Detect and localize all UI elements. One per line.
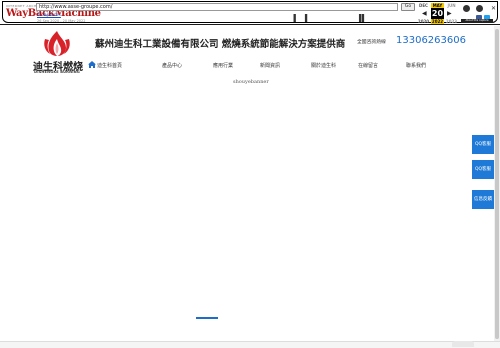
wayback-help-icon[interactable] [476,5,483,12]
hotline-label: 全國咨詢熱線 [357,40,386,45]
banner-image-alt-text: shouyebanner [233,79,269,85]
sparkline-bar[interactable] [358,14,362,22]
wayback-next-month: JUN [447,3,456,8]
wayback-prev-year: 2020 [417,19,430,24]
wayback-about-capture-button[interactable]: About this capture [461,19,493,23]
qq-service-button-1[interactable]: QQ客服 [472,135,494,154]
nav-item-products[interactable]: 產品中心 [162,62,182,69]
wayback-next-arrow-icon[interactable]: ▶ [447,10,452,17]
feedback-button[interactable]: 信息反饋 [472,190,494,209]
banner-slider-indicator[interactable] [196,317,218,319]
nav-item-message[interactable]: 在線留言 [358,62,378,69]
wayback-current-month: MAY [431,3,444,8]
site-logo[interactable]: 迪生科燃烧 DISHENGKE BURNING [33,29,83,75]
logo-english-text: DISHENGKE BURNING [34,70,80,74]
nav-item-home-label: 迪生科首頁 [97,63,123,69]
sparkline-bar[interactable] [293,14,296,22]
wayback-toolbar: INTERNET ARCHIVE WayBackMachine http://w… [0,0,500,25]
nav-item-about[interactable]: 關於迪生科 [311,62,336,69]
wayback-user-icon[interactable] [463,5,470,12]
nav-item-industries[interactable]: 應用行業 [213,62,233,69]
sparkline-bar[interactable] [361,14,365,22]
company-title: 蘇州迪生科工業設備有限公司 燃燒系統節能解決方案提供商 [95,39,346,50]
bottom-bar [0,341,500,348]
hotline-number[interactable]: 13306263606 [396,35,466,46]
main-nav: 迪生科首頁 產品中心 應用行業 新聞資訊 關於迪生科 在線留言 聯系我們 [88,61,450,72]
nav-item-contact[interactable]: 聯系我們 [406,62,426,69]
sparkline-bar[interactable] [304,14,308,22]
wayback-prev-month: DEC [419,3,428,8]
home-icon [88,61,96,68]
wayback-go-button[interactable]: Go [401,3,415,11]
scrollbar-thumb[interactable] [495,29,499,339]
wayback-next-year: 2023 [445,19,458,24]
wayback-captures-link[interactable]: 4 captures [37,13,61,18]
wayback-sparkline[interactable] [83,12,413,22]
wayback-current-year: 2022 [431,19,444,24]
wayback-current-day: 20 [431,9,444,18]
wayback-prev-arrow-icon[interactable]: ◀ [422,10,427,17]
wayback-current-capture: MAY 20 2022 [431,3,444,24]
bottom-tab[interactable] [452,341,474,347]
wayback-toolbar-frame: INTERNET ARCHIVE WayBackMachine http://w… [2,1,498,24]
nav-item-home[interactable]: 迪生科首頁 [88,61,123,69]
wayback-url-input[interactable]: http://www.asse-groupe.com/ [36,3,398,11]
nav-item-news[interactable]: 新聞資訊 [260,62,280,69]
wayback-date-range: 26 Sep 2020 - 20 May 2022 [37,19,86,23]
page: INTERNET ARCHIVE WayBackMachine http://w… [0,0,500,348]
flame-logo-icon [44,31,70,56]
wayback-close-icon[interactable]: ✕ [490,5,497,12]
qq-service-button-2[interactable]: QQ客服 [472,160,494,179]
